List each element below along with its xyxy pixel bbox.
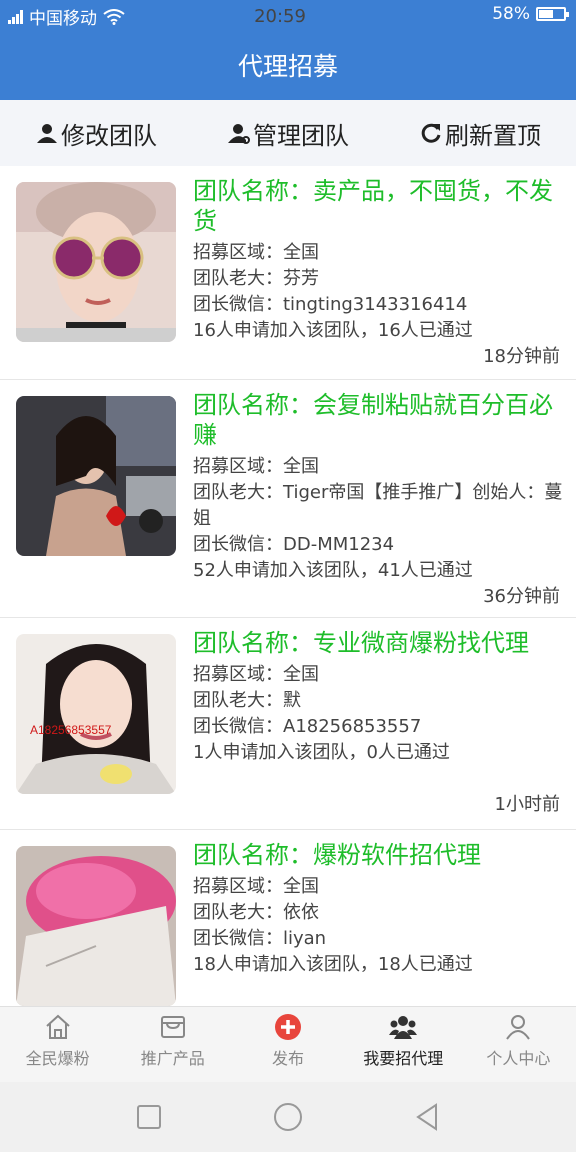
battery-icon [536, 7, 569, 21]
team-card[interactable]: 团队名称：爆粉软件招代理 招募区域：全国 团队老大：依依 团长微信：liyan … [0, 830, 576, 1006]
toolbar: 修改团队 管理团队 刷新置顶 [0, 100, 576, 166]
plus-circle-icon [275, 1014, 301, 1040]
team-title[interactable]: 团队名称：会复制粘贴就百分百必赚 [193, 390, 574, 450]
tab-home[interactable]: 全民爆粉 [0, 1007, 115, 1082]
team-stats: 52人申请加入该团队，41人已通过 [193, 560, 473, 581]
team-info: 团队名称：卖产品，不囤货，不发货 招募区域：全国 团队老大：芬芳 团长微信：ti… [193, 166, 576, 344]
team-wechat: 团长微信：DD-MM1234 [193, 534, 395, 555]
team-boss: 团队老大：Tiger帝国【推手推广】创始人：蔓姐 [193, 482, 563, 529]
team-region: 招募区域：全国 [193, 876, 319, 897]
team-region: 招募区域：全国 [193, 456, 319, 477]
status-bar: 中国移动 20:59 58% [0, 0, 576, 30]
battery-percent: 58% [492, 4, 530, 24]
status-time: 20:59 [254, 6, 306, 27]
manage-team-label: 管理团队 [253, 121, 349, 150]
edit-team-label: 修改团队 [61, 121, 157, 150]
system-nav-bar [0, 1082, 576, 1152]
team-card[interactable]: 团队名称：卖产品，不囤货，不发货 招募区域：全国 团队老大：芬芳 团长微信：ti… [0, 166, 576, 380]
back-icon[interactable] [412, 1102, 442, 1132]
user-settings-icon [228, 124, 250, 144]
team-title[interactable]: 团队名称：卖产品，不囤货，不发货 [193, 176, 574, 236]
team-time: 18分钟前 [483, 346, 560, 367]
team-photo: A18256853557 [16, 634, 176, 794]
home-button-icon[interactable] [273, 1102, 303, 1132]
battery-fill [539, 10, 553, 18]
team-time: 1小时前 [494, 794, 560, 815]
store-icon [160, 1016, 185, 1038]
team-photo [16, 846, 176, 1006]
tab-products-label: 推广产品 [140, 1049, 205, 1068]
tab-profile-label: 个人中心 [486, 1049, 551, 1068]
user-icon [37, 124, 57, 143]
refresh-top-label: 刷新置顶 [445, 121, 541, 150]
team-info: 团队名称：爆粉软件招代理 招募区域：全国 团队老大：依依 团长微信：liyan … [193, 830, 576, 978]
team-list[interactable]: 团队名称：卖产品，不囤货，不发货 招募区域：全国 团队老大：芬芳 团长微信：ti… [0, 166, 576, 1006]
tab-recruit-label: 我要招代理 [363, 1049, 444, 1068]
team-region: 招募区域：全国 [193, 664, 319, 685]
bottom-tabbar: 全民爆粉 推广产品 发布 我要招代理 个人中心 [0, 1006, 576, 1082]
team-photo [16, 396, 176, 556]
team-stats: 16人申请加入该团队，16人已通过 [193, 320, 473, 341]
team-photo [16, 182, 176, 342]
team-wechat: 团长微信：A18256853557 [193, 716, 422, 737]
team-title[interactable]: 团队名称：专业微商爆粉找代理 [193, 628, 574, 658]
tab-products[interactable]: 推广产品 [115, 1007, 230, 1082]
team-boss: 团队老大：依依 [193, 902, 319, 923]
tab-home-label: 全民爆粉 [25, 1049, 90, 1068]
team-wechat: 团长微信：tingting3143316414 [193, 294, 468, 315]
status-right: 58% [492, 4, 569, 24]
team-info: 团队名称：会复制粘贴就百分百必赚 招募区域：全国 团队老大：Tiger帝国【推手… [193, 380, 576, 584]
refresh-icon [421, 123, 441, 143]
home-icon [45, 1014, 70, 1039]
tab-profile[interactable]: 个人中心 [461, 1007, 576, 1082]
team-boss: 团队老大：默 [193, 690, 301, 711]
team-title[interactable]: 团队名称：爆粉软件招代理 [193, 840, 574, 870]
team-card[interactable]: A18256853557 团队名称：专业微商爆粉找代理 招募区域：全国 团队老大… [0, 618, 576, 830]
header: 代理招募 [0, 30, 576, 100]
team-stats: 18人申请加入该团队，18人已通过 [193, 954, 473, 975]
team-info: 团队名称：专业微商爆粉找代理 招募区域：全国 团队老大：默 团长微信：A1825… [193, 618, 576, 766]
team-time: 36分钟前 [483, 586, 560, 607]
team-boss: 团队老大：芬芳 [193, 268, 319, 289]
user-icon [506, 1015, 531, 1040]
team-region: 招募区域：全国 [193, 242, 319, 263]
edit-team-button[interactable]: 修改团队 [35, 116, 157, 151]
group-icon [389, 1016, 418, 1039]
manage-team-button[interactable]: 管理团队 [227, 116, 349, 151]
tab-publish-label: 发布 [272, 1049, 305, 1068]
tab-recruit[interactable]: 我要招代理 [346, 1007, 461, 1082]
team-wechat: 团长微信：liyan [193, 928, 327, 949]
photo-watermark-text: A18256853557 [30, 723, 112, 737]
team-card[interactable]: 团队名称：会复制粘贴就百分百必赚 招募区域：全国 团队老大：Tiger帝国【推手… [0, 380, 576, 618]
recent-apps-icon[interactable] [134, 1102, 164, 1132]
team-stats: 1人申请加入该团队，0人已通过 [193, 742, 450, 763]
page-title: 代理招募 [237, 52, 338, 81]
refresh-top-button[interactable]: 刷新置顶 [419, 116, 541, 151]
tab-publish[interactable]: 发布 [230, 1007, 345, 1082]
